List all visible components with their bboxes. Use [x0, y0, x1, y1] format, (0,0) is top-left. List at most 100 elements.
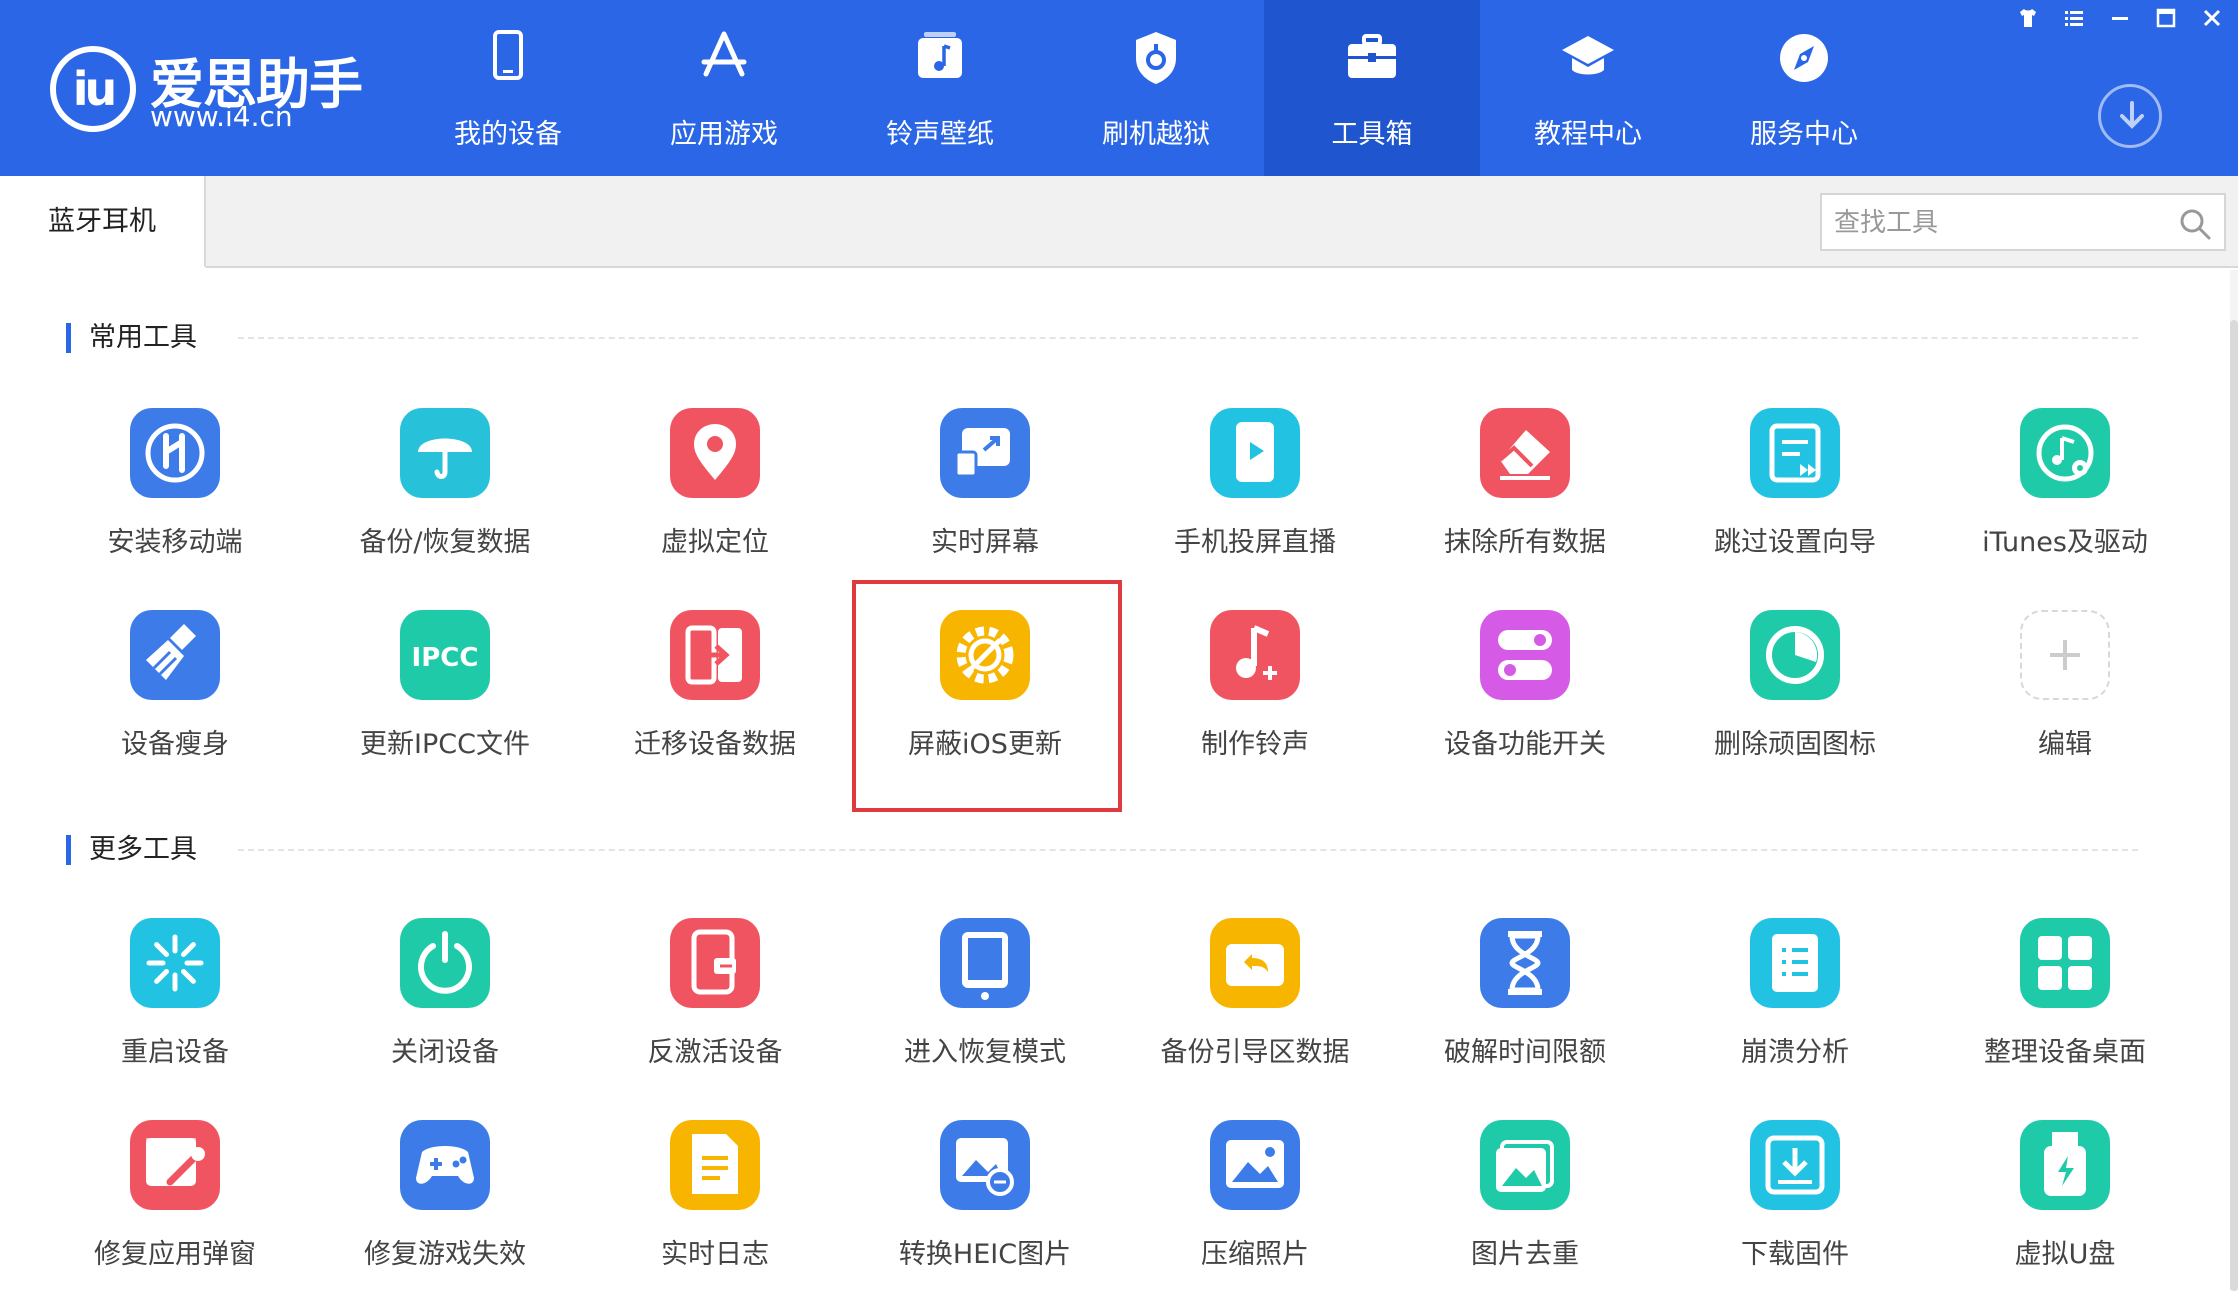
gamepad-icon: [400, 1120, 490, 1210]
tool-label: 转换HEIC图片: [898, 1239, 1072, 1270]
graduation-cap-icon: [1562, 36, 1614, 75]
section-divider: [238, 849, 2138, 851]
tool-label: 备份/恢复数据: [359, 527, 531, 558]
section-divider: [238, 337, 2138, 339]
ipcc-icon: IPCC: [400, 610, 490, 700]
tool-item[interactable]: 备份/恢复数据: [310, 408, 580, 588]
nav-label: 铃声壁纸: [886, 119, 994, 150]
maximize-icon: [2156, 8, 2176, 28]
tool-item[interactable]: 虚拟U盘: [1930, 1120, 2200, 1291]
download-manager-button[interactable]: [2098, 84, 2162, 148]
tool-label: 删除顽固图标: [1714, 729, 1876, 760]
tool-search-input[interactable]: [1834, 201, 2164, 245]
maximize-button[interactable]: [2146, 2, 2186, 34]
tool-label: 手机投屏直播: [1174, 527, 1336, 558]
tool-item[interactable]: 重启设备: [40, 918, 310, 1098]
tool-item[interactable]: 安装移动端: [40, 408, 310, 588]
nav-label: 刷机越狱: [1102, 119, 1210, 150]
tool-label: 实时日志: [661, 1239, 769, 1270]
deactivate-icon: [670, 918, 760, 1008]
nav-label: 我的设备: [454, 119, 562, 150]
nav-flash-jailbreak[interactable]: 刷机越狱: [1048, 0, 1264, 176]
tool-item[interactable]: 实时屏幕: [850, 408, 1120, 588]
nav-label: 应用游戏: [670, 119, 778, 150]
plus-icon: [2020, 610, 2110, 700]
tool-label: 设备功能开关: [1444, 729, 1606, 760]
tool-label: 整理设备桌面: [1984, 1037, 2146, 1068]
tool-label: 进入恢复模式: [904, 1037, 1066, 1068]
search-icon[interactable]: [2178, 207, 2212, 241]
music-note-plus-icon: [1210, 610, 1300, 700]
pie-clock-icon: [1750, 610, 1840, 700]
close-button[interactable]: [2192, 2, 2232, 34]
tool-item[interactable]: 实时日志: [580, 1120, 850, 1291]
tool-item[interactable]: 制作铃声: [1120, 610, 1390, 790]
broom-icon: [130, 610, 220, 700]
main-nav: 我的设备 应用游戏 铃声壁纸 刷机越狱 工具箱 教程中心 服务中心: [400, 0, 1912, 176]
phone-cast-icon: [1210, 408, 1300, 498]
migrate-icon: [670, 610, 760, 700]
tool-item[interactable]: 虚拟定位: [580, 408, 850, 588]
block-update-gear-icon: [940, 610, 1030, 700]
tool-label: 图片去重: [1471, 1239, 1579, 1270]
tool-item[interactable]: 跳过设置向导: [1660, 408, 1930, 588]
tool-item[interactable]: 反激活设备: [580, 918, 850, 1098]
tool-item[interactable]: 编辑: [1930, 610, 2200, 790]
usb-drive-icon: [2020, 1120, 2110, 1210]
tool-label: 迁移设备数据: [634, 729, 796, 760]
nav-apps-games[interactable]: 应用游戏: [616, 0, 832, 176]
tool-item[interactable]: 修复游戏失效: [310, 1120, 580, 1291]
phone-icon: [493, 30, 523, 80]
tool-item[interactable]: 屏蔽iOS更新: [850, 610, 1120, 790]
nav-service-center[interactable]: 服务中心: [1696, 0, 1912, 176]
install-mobile-icon: [130, 408, 220, 498]
tool-item[interactable]: 手机投屏直播: [1120, 408, 1390, 588]
nav-ringtones-wallpapers[interactable]: 铃声壁纸: [832, 0, 1048, 176]
skin-button[interactable]: [2008, 2, 2048, 34]
music-gear-icon: [2020, 408, 2110, 498]
ringtone-icon: [918, 32, 962, 78]
tool-item[interactable]: 抹除所有数据: [1390, 408, 1660, 588]
tool-item[interactable]: 压缩照片: [1120, 1120, 1390, 1291]
nav-toolbox[interactable]: 工具箱: [1264, 0, 1480, 176]
tool-item[interactable]: 进入恢复模式: [850, 918, 1120, 1098]
tool-item[interactable]: 迁移设备数据: [580, 610, 850, 790]
tool-item[interactable]: iTunes及驱动: [1930, 408, 2200, 588]
minimize-button[interactable]: [2100, 2, 2140, 34]
tool-item[interactable]: 修复应用弹窗: [40, 1120, 310, 1291]
convert-image-icon: [940, 1120, 1030, 1210]
tool-item[interactable]: 下载固件: [1660, 1120, 1930, 1291]
list-menu-icon: [2065, 11, 2083, 26]
download-firmware-icon: [1750, 1120, 1840, 1210]
tool-item[interactable]: 设备瘦身: [40, 610, 310, 790]
tool-item[interactable]: IPCC 更新IPCC文件: [310, 610, 580, 790]
tool-item[interactable]: 删除顽固图标: [1660, 610, 1930, 790]
tool-item[interactable]: 崩溃分析: [1660, 918, 1930, 1098]
section-title-common: 常用工具: [66, 323, 197, 353]
tool-item[interactable]: 设备功能开关: [1390, 610, 1660, 790]
tool-item[interactable]: 关闭设备: [310, 918, 580, 1098]
tool-item[interactable]: 整理设备桌面: [1930, 918, 2200, 1098]
app-logo: iu 爱思助手 www.i4.cn: [50, 40, 370, 140]
app-url: www.i4.cn: [150, 100, 293, 133]
nav-my-device[interactable]: 我的设备: [400, 0, 616, 176]
device-tab-bar: 蓝牙耳机: [0, 176, 2238, 268]
minimize-icon: [2112, 17, 2128, 20]
flash-shield-icon: [1136, 32, 1176, 84]
screen-share-icon: [940, 408, 1030, 498]
tool-item[interactable]: 破解时间限额: [1390, 918, 1660, 1098]
svg-text:IPCC: IPCC: [412, 643, 479, 673]
tool-item[interactable]: 图片去重: [1390, 1120, 1660, 1291]
tool-item[interactable]: 备份引导区数据: [1120, 918, 1390, 1098]
tool-label: 屏蔽iOS更新: [908, 729, 1062, 760]
tool-item[interactable]: 转换HEIC图片: [850, 1120, 1120, 1291]
tool-label: 抹除所有数据: [1444, 527, 1606, 558]
tool-label: 破解时间限额: [1444, 1037, 1606, 1068]
location-pin-icon: [670, 408, 760, 498]
tool-label: 实时屏幕: [931, 527, 1039, 558]
section-title-more: 更多工具: [66, 835, 197, 865]
menu-button[interactable]: [2054, 2, 2094, 34]
scrollbar-thumb[interactable]: [2230, 320, 2238, 1291]
nav-tutorials[interactable]: 教程中心: [1480, 0, 1696, 176]
tab-bluetooth-earphones[interactable]: 蓝牙耳机: [0, 176, 206, 268]
